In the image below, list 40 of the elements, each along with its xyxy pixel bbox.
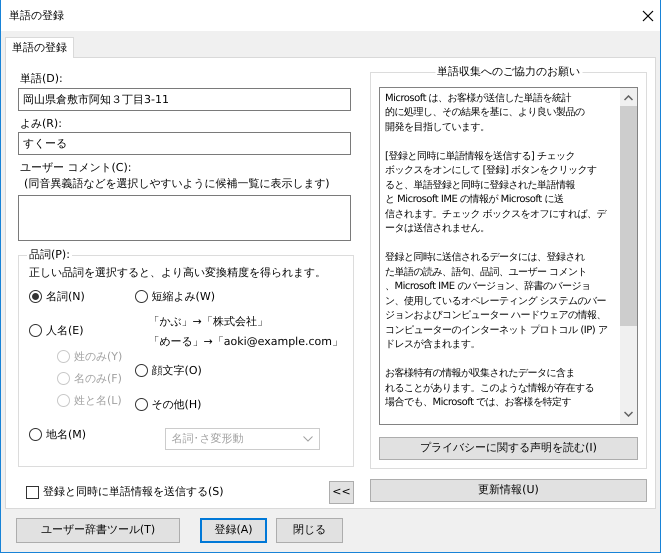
field-label: ユーザー コメント(C): [20, 161, 132, 175]
window-title: 単語の登録 [9, 8, 64, 22]
input-field[interactable]: 岡山県倉敷市阿知３丁目3-11 [18, 88, 351, 110]
radio-option[interactable]: 短縮よみ(W) [134, 286, 343, 308]
privacy-button[interactable]: プライバシーに関する声明を読む(I) [379, 436, 638, 460]
dialog-button[interactable]: 閉じる [276, 518, 343, 543]
close-icon[interactable] [642, 10, 654, 22]
radio-option: 姓のみ(Y) [57, 346, 135, 368]
field-label: よみ(R): [20, 116, 63, 130]
dialog-button[interactable]: ユーザー辞書ツール(T) [16, 518, 180, 543]
radio-option[interactable]: 地名(M) [29, 424, 135, 446]
input-field[interactable]: すくーる [18, 132, 351, 156]
example-text: 「かぶ」→「株式会社」 [148, 314, 269, 330]
dropdown: 名詞･さ変形動 [164, 428, 320, 450]
collapse-button[interactable]: << [329, 480, 354, 504]
update-button[interactable]: 更新情報(U) [370, 478, 647, 502]
radio-option: 姓と名(L) [57, 390, 135, 412]
example-text: 「めーる」→「aoki@example.com」 [148, 334, 343, 350]
comment-field[interactable] [18, 194, 351, 241]
radio-option: 名のみ(F) [57, 368, 135, 390]
hint-text: (同音異義語などを選択しやすいように候補一覧に表示します) [24, 177, 331, 191]
radio-option[interactable]: 名詞(N) [29, 286, 135, 308]
scrollbar[interactable] [620, 88, 637, 424]
paragraph: [登録と同時に単語情報を送信する] チェック ボックスをオンにして [登録] ボタンをクリックす ると、単語登録と同時に登録された単語情報 と Microsoft IME の情報が Microsoft に送 信されます。チェック ボックスをオフにすれば、デ ータは送信されません。 [385, 150, 608, 236]
paragraph: 登録と同時に送信されるデータには、登録され た単語の読み、語句、品詞、ユーザー コメント 、Microsoft IME のバージョン、辞書のバージョ ン、使用しているオペレーティング システムのバー ジョンおよびコンピューター ハードウェアの情報、 コンピューターのインターネット プロトコル (IP) ア ドレスが含まれます。 [385, 251, 608, 352]
radio-option[interactable]: 人名(E) [29, 320, 135, 342]
chevron-icon [302, 436, 313, 442]
group-label: 単語収集へのご協力のお願い [435, 64, 582, 78]
paragraph: Microsoft は、お客様が送信した単語を統計 的に処理し、その結果を基に、より良い製品の 開発を目指しています。 [385, 92, 586, 135]
dialog-button[interactable]: 登録(A) [200, 518, 267, 543]
field-label: 単語(D): [20, 72, 64, 86]
hint-text: 正しい品詞を選択すると、より高い変換精度を得られます。 [29, 266, 327, 280]
scroll-down-icon[interactable] [624, 410, 633, 417]
radio-option[interactable]: その他(H) [134, 394, 343, 416]
radio-option[interactable]: 顔文字(O) [134, 360, 343, 382]
scroll-up-icon[interactable] [624, 94, 633, 101]
checkbox[interactable]: 登録と同時に単語情報を送信する(S) [26, 485, 224, 499]
group-label: 品詞(P): [27, 248, 72, 262]
paragraph: お客様特有の情報が収集されたデータに含ま れることがあります。このような情報が存在する 場合でも、Microsoft では、お客様を特定す [385, 367, 595, 410]
tab[interactable]: 単語の登録 [5, 37, 74, 58]
